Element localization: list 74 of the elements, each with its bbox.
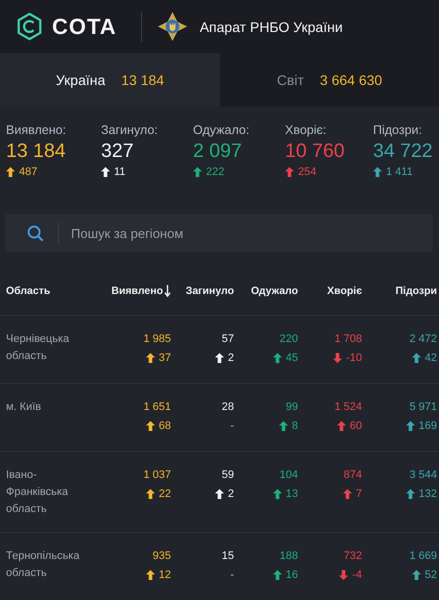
count-change: 13 [286,487,298,502]
stat-change: 222 [206,166,224,178]
search-input[interactable]: Пошук за регіоном [69,224,433,242]
count-value: 220 [280,332,298,347]
count-value: 188 [280,549,298,564]
column-header[interactable]: Хворіє [327,284,362,296]
stat-label: Одужало: [193,123,250,137]
count-change: - [230,419,234,434]
search-icon [27,224,44,242]
count-value: 2 472 [409,332,437,347]
count-change: 52 [424,568,437,583]
stat-change: 11 [114,166,126,178]
count-change: 8 [292,419,298,434]
count-value: 1 669 [409,549,437,564]
region-tab[interactable]: Світ 3 664 630 [220,53,439,107]
count-change: 60 [350,419,362,434]
count-change: 68 [158,419,171,434]
count-value: 59 [222,468,234,483]
count-value: 1 708 [334,332,362,347]
count-change: 37 [158,351,171,366]
count-value: 1 037 [143,468,171,483]
stat-change: 1 411 [386,166,413,178]
count-change: - [230,568,234,583]
column-header[interactable]: Підозри [396,284,437,296]
count-change: 132 [418,487,437,502]
count-change: 2 [228,487,234,502]
count-change: -4 [352,568,362,583]
count-value: 15 [222,549,234,564]
region-tab[interactable]: Україна 13 184 [0,53,220,107]
column-header[interactable]: Виявлено [111,284,163,296]
stat-label: Підозри: [373,123,422,137]
region-name[interactable]: м. Київ [6,399,96,416]
emblem-icon [156,11,188,42]
stat-label: Загинуло: [101,123,158,137]
count-change: 45 [286,351,298,366]
count-change: 16 [286,568,298,583]
count-value: 57 [222,332,234,347]
region-name[interactable]: Чернівецька область [6,331,96,365]
count-value: 935 [152,549,171,564]
stat-label: Хворіє: [285,123,326,137]
count-change: 12 [158,568,171,583]
stat-value: 327 [101,140,134,163]
stat-change: 254 [298,166,316,178]
region-name[interactable]: Івано-Франківська область [6,467,96,518]
brand-name: COTA [52,14,117,40]
count-value: 3 544 [409,468,437,483]
count-change: 42 [424,351,437,366]
count-change: 22 [158,487,171,502]
search-field[interactable]: Пошук за регіоном [5,214,433,252]
count-value: 1 985 [143,332,171,347]
stat-label: Виявлено: [6,123,66,137]
count-value: 1 651 [143,400,171,415]
count-change: 169 [418,419,437,434]
column-header[interactable]: Загинуло [186,284,234,296]
count-value: 28 [222,400,234,415]
column-header[interactable]: Одужало [250,284,298,296]
count-value: 5 971 [409,400,437,415]
count-value: 99 [286,400,298,415]
count-change: 7 [356,487,362,502]
region-name[interactable]: Тернопільська область [6,548,96,582]
stat-value: 10 760 [285,140,345,163]
stat-value: 2 097 [193,140,242,163]
hexagon-logo-icon [16,12,43,41]
organization-name: Апарат РНБО України [200,18,343,34]
count-change: -10 [346,351,362,366]
count-value: 104 [280,468,298,483]
count-value: 874 [344,468,362,483]
stat-change: 487 [19,166,38,178]
column-header[interactable]: Область [6,284,50,296]
count-change: 2 [228,351,234,366]
stat-value: 13 184 [6,140,66,163]
stat-value: 34 722 [373,140,433,163]
count-value: 1 524 [334,400,362,415]
count-value: 732 [344,549,362,564]
